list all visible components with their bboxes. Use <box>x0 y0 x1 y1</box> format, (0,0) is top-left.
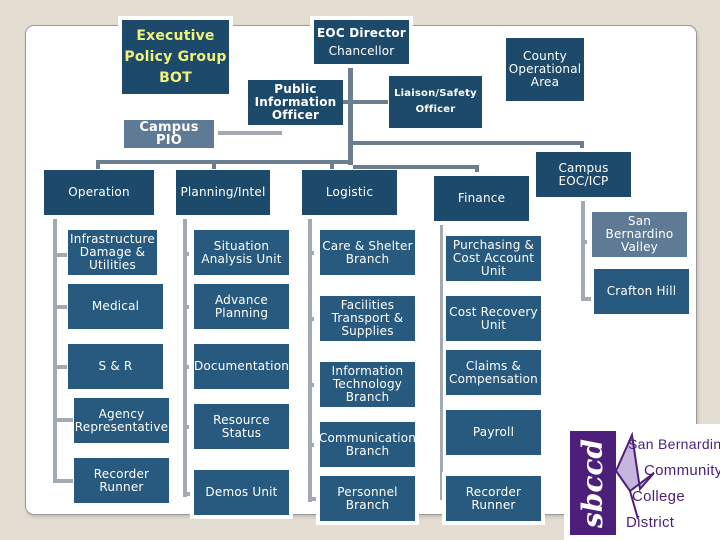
executive-policy-group-box[interactable]: Executive Policy Group BOT <box>118 16 233 98</box>
tick <box>53 253 67 257</box>
unit-search-rescue[interactable]: S & R <box>68 344 163 389</box>
connector-op-drop <box>96 160 100 169</box>
sbccd-badge-text: sbccd <box>576 438 610 528</box>
unit-situation-analysis[interactable]: Situation Analysis Unit <box>194 230 289 275</box>
tick <box>308 251 314 255</box>
tick <box>308 383 314 387</box>
eoc-director-box[interactable]: EOC Director Chancellor <box>310 16 413 68</box>
tick <box>53 418 73 422</box>
logo-line-1: San Bernardino <box>628 436 720 452</box>
unit-facilities-transport[interactable]: Facilities Transport & Supplies <box>320 296 415 341</box>
unit-care-shelter[interactable]: Care & Shelter Branch <box>320 230 415 275</box>
unit-demos[interactable]: Demos Unit <box>190 466 293 519</box>
unit-documentation[interactable]: Documentation <box>194 344 289 389</box>
spine-finance <box>440 225 443 500</box>
tick <box>53 365 67 369</box>
connector-plan-drop <box>212 160 216 169</box>
tick <box>53 479 73 483</box>
tick <box>308 443 314 447</box>
spine-logistic <box>308 219 312 502</box>
connector-liaison <box>353 100 388 104</box>
tick <box>581 297 591 301</box>
connector-director-trunk <box>348 68 353 165</box>
campus-eoc-icp-box[interactable]: Campus EOC/ICP <box>536 152 631 197</box>
connector-log-drop <box>330 160 334 169</box>
logo-line-2: Community <box>644 462 720 479</box>
unit-information-technology[interactable]: Information Technology Branch <box>320 362 415 407</box>
unit-ops-recorder-runner[interactable]: Recorder Runner <box>74 458 169 503</box>
connector-eoc-drop <box>580 141 584 148</box>
logo-line-3: College <box>632 488 685 505</box>
logo-line-4: District <box>626 514 675 531</box>
liaison-safety-officer-box[interactable]: Liaison/Safety Officer <box>389 76 482 128</box>
section-logistic[interactable]: Logistic <box>302 170 397 215</box>
connector-fin-drop <box>475 165 479 172</box>
unit-medical[interactable]: Medical <box>68 284 163 329</box>
sbccd-logo: sbccd San Bernardino Community College D… <box>564 424 720 540</box>
campus-pio-box[interactable]: Campus PIO <box>124 120 214 148</box>
tick <box>53 305 67 309</box>
tick <box>183 425 189 429</box>
section-finance[interactable]: Finance <box>434 176 529 221</box>
campus-san-bernardino-valley[interactable]: San Bernardino Valley <box>592 212 687 257</box>
tick <box>308 317 314 321</box>
spine-planning <box>183 219 187 497</box>
spine-operation <box>53 219 57 483</box>
tick <box>183 252 189 256</box>
spine-campus <box>581 201 585 301</box>
campus-crafton-hill[interactable]: Crafton Hill <box>594 269 689 314</box>
unit-resource-status[interactable]: Resource Status <box>194 404 289 449</box>
unit-communication[interactable]: Communication Branch <box>319 422 416 467</box>
unit-claims-compensation[interactable]: Claims & Compensation <box>446 350 541 395</box>
section-planning-intel[interactable]: Planning/Intel <box>176 170 270 215</box>
unit-personnel[interactable]: Personnel Branch <box>316 472 419 525</box>
connector-eoc-branch <box>353 141 584 145</box>
unit-agency-representative[interactable]: Agency Representative <box>74 398 169 443</box>
eoc-director-name: Chancellor <box>328 44 395 58</box>
eoc-director-title: EOC Director <box>317 26 406 40</box>
connector-campus-pio <box>218 131 282 135</box>
tick <box>183 492 191 496</box>
unit-cost-recovery[interactable]: Cost Recovery Unit <box>446 296 541 341</box>
unit-finance-recorder-runner[interactable]: Recorder Runner <box>442 472 545 525</box>
unit-advance-planning[interactable]: Advance Planning <box>194 284 289 329</box>
connector-fin-bar <box>353 165 478 169</box>
section-operation[interactable]: Operation <box>44 170 154 215</box>
unit-infrastructure-damage[interactable]: Infrastructure Damage & Utilities <box>68 230 157 275</box>
county-operational-area-box[interactable]: County Operational Area <box>506 38 584 101</box>
unit-payroll[interactable]: Payroll <box>446 410 541 455</box>
tick <box>308 497 316 501</box>
connector-sections-bar <box>96 160 353 164</box>
tick <box>183 365 189 369</box>
tick <box>581 240 587 244</box>
unit-purchasing-cost-account[interactable]: Purchasing & Cost Account Unit <box>446 236 541 281</box>
public-information-officer-box[interactable]: Public Information Officer <box>248 80 343 125</box>
tick <box>183 305 189 309</box>
